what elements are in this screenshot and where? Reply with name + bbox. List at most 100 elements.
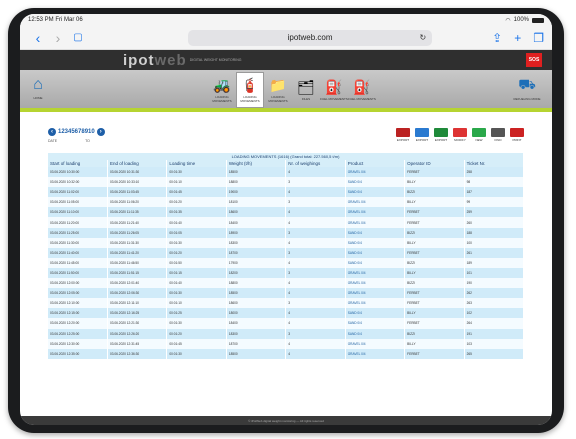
battery-icon <box>532 17 544 23</box>
table-row[interactable]: 03.06.2020 12:35:00 03.06.2020 12:36:30 00… <box>48 348 525 359</box>
table-cell: GRAVEL 0/4 <box>345 288 406 299</box>
toolbar-item[interactable]: 🚜 LOADING MOVEMENTS <box>208 72 236 108</box>
table-cell: 03.06.2020 11:31:30 <box>107 237 168 248</box>
pagination[interactable]: ‹ 12345678910 › <box>48 128 118 136</box>
column-header[interactable]: End of loading <box>107 160 168 167</box>
next-page-icon[interactable]: › <box>96 128 105 136</box>
table-row[interactable]: 03.06.2020 12:30:00 03.06.2020 12:31:45 00… <box>48 338 525 349</box>
table-row[interactable]: 03.06.2020 10:32:00 03.06.2020 10:33:10 00… <box>48 177 525 188</box>
table-cell: 00:01:20 <box>166 197 227 208</box>
column-header[interactable]: Weight (t/h) <box>226 160 287 167</box>
table-cell: 03.06.2020 12:16:25 <box>107 308 168 319</box>
back-button[interactable]: ‹ <box>28 31 48 45</box>
share-icon[interactable]: ⇪ <box>492 31 502 45</box>
table-row[interactable]: 03.06.2020 12:20:00 03.06.2020 12:21:30 00… <box>48 318 525 329</box>
table-cell: 03.06.2020 11:51:15 <box>107 267 168 279</box>
pencil-button[interactable]: MODIFY <box>453 128 467 142</box>
refueling-button[interactable]: ⛟ REFUELING MODE <box>512 76 542 101</box>
table-cell: 191 <box>464 328 525 339</box>
sos-button[interactable]: SOS <box>526 53 542 67</box>
table-cell: 00:01:15 <box>166 267 227 279</box>
table-cell: FERBET <box>404 288 465 299</box>
table-cell: BILLY <box>404 267 465 279</box>
prev-page-icon[interactable]: ‹ <box>48 128 56 136</box>
print-button[interactable]: PRINT <box>510 128 524 142</box>
column-header[interactable]: Product <box>345 160 406 167</box>
table-cell: 17900 <box>226 257 287 268</box>
toolbar-item[interactable]: 🗂 FILES <box>292 72 320 108</box>
table-row[interactable]: 03.06.2020 12:15:00 03.06.2020 12:16:25 00… <box>48 308 525 319</box>
column-header[interactable]: Ticket Nr. <box>464 160 525 167</box>
column-header[interactable]: Operator ID <box>404 160 465 167</box>
add-button[interactable]: NEW <box>472 128 486 142</box>
table-cell: 3 <box>285 247 346 258</box>
table-cell: GRAVEL 0/4 <box>345 217 406 228</box>
page-numbers[interactable]: 12345678910 <box>58 129 95 135</box>
table-cell: 03.06.2020 11:03:45 <box>107 187 168 198</box>
bookmarks-icon[interactable]: ▢ <box>68 32 88 43</box>
table-cell: 03.06.2020 12:35:00 <box>48 348 108 359</box>
table-cell: 263 <box>464 298 525 309</box>
toolbar-item-label: LOADING MOVEMENTS <box>268 95 288 103</box>
table-cell: 00:01:10 <box>166 177 227 188</box>
toolbar-item-label: FILES <box>301 97 311 101</box>
table-cell: 4 <box>285 167 346 178</box>
table-cell: SAND 0/4 <box>345 177 406 188</box>
table-cell: 3 <box>285 267 346 279</box>
home-icon: ⌂ <box>33 76 43 93</box>
table-cell: 03.06.2020 11:30:00 <box>48 237 108 248</box>
table-cell: 261 <box>464 247 525 258</box>
search-button[interactable]: FIND <box>491 128 505 142</box>
fuel-truck-icon: ⛽ <box>325 79 343 95</box>
table-cell: GRAVEL 0/4 <box>345 298 406 309</box>
table-cell: 00:01:45 <box>166 338 227 349</box>
table-row[interactable]: 03.06.2020 11:20:00 03.06.2020 11:21:40 00… <box>48 217 525 228</box>
excel-button[interactable]: EXPORT <box>434 128 448 142</box>
table-row[interactable]: 03.06.2020 11:02:00 03.06.2020 11:03:45 00… <box>48 187 525 198</box>
action-label: MODIFY <box>454 138 466 142</box>
table-cell: 00:01:20 <box>166 328 227 339</box>
toolbar-item[interactable]: ⛽ FUEL MOVEMENTS <box>348 72 376 108</box>
toolbar-item[interactable]: 📁 LOADING MOVEMENTS <box>264 72 292 108</box>
edit-button[interactable]: EXPORT <box>396 128 410 142</box>
column-header[interactable]: Nr. of weighings <box>285 160 346 167</box>
loader-icon: 🚜 <box>213 77 231 93</box>
toolbar-item[interactable]: ⛽ FUEL MOVEMENTS <box>320 72 348 108</box>
home-button[interactable]: ⌂ HOME <box>28 76 48 100</box>
table-cell: 00:01:25 <box>166 308 227 319</box>
table-row[interactable]: 03.06.2020 11:50:00 03.06.2020 11:51:15 00… <box>48 267 525 279</box>
toolbar-item[interactable]: 🧯 LOADING MOVEMENTS <box>236 72 264 108</box>
tabs-icon[interactable]: ❐ <box>533 31 544 45</box>
app-header: ipotweb DIGITAL WEIGHT MONITORING SOS <box>20 50 552 70</box>
table-row[interactable]: 03.06.2020 11:25:00 03.06.2020 11:26:05 00… <box>48 227 525 238</box>
table-row[interactable]: 03.06.2020 12:00:00 03.06.2020 12:01:40 00… <box>48 278 525 289</box>
table-row[interactable]: 03.06.2020 11:10:00 03.06.2020 11:11:35 00… <box>48 207 525 218</box>
table-row[interactable]: 03.06.2020 11:45:00 03.06.2020 11:46:50 00… <box>48 257 525 268</box>
action-label: FIND <box>494 138 502 142</box>
table-cell: 4 <box>285 278 346 289</box>
table-cell: 18300 <box>226 328 287 339</box>
date-to-label: TO <box>85 139 90 143</box>
edit-icon <box>396 128 410 137</box>
address-bar[interactable]: ipotweb.com ↻ <box>188 29 433 46</box>
table-cell: SAND 0/4 <box>345 257 406 268</box>
reload-icon[interactable]: ↻ <box>419 33 426 42</box>
table-row[interactable]: 03.06.2020 12:10:00 03.06.2020 12:11:10 00… <box>48 298 525 309</box>
table-row[interactable]: 03.06.2020 12:05:00 03.06.2020 12:06:30 00… <box>48 288 525 299</box>
ipotweb-logo[interactable]: ipotweb <box>123 52 187 69</box>
toolbar-item-label: LOADING MOVEMENTS <box>240 95 260 103</box>
table-row[interactable]: 03.06.2020 11:05:00 03.06.2020 11:06:20 00… <box>48 197 525 208</box>
table-cell: FERBET <box>404 167 465 178</box>
table-cell: SAND 0/4 <box>345 237 406 248</box>
table-row[interactable]: 03.06.2020 10:30:00 03.06.2020 10:31:30 00… <box>48 167 525 178</box>
table-row[interactable]: 03.06.2020 11:30:00 03.06.2020 11:31:30 00… <box>48 237 525 248</box>
new-tab-icon[interactable]: + <box>514 31 521 45</box>
column-header[interactable]: Start of loading <box>48 160 108 167</box>
table-row[interactable]: 03.06.2020 11:40:00 03.06.2020 11:41:20 00… <box>48 247 525 258</box>
forward-button[interactable]: › <box>48 31 68 45</box>
url-text: ipotweb.com <box>287 33 333 42</box>
column-header[interactable]: Loading time <box>166 160 227 167</box>
table-cell: 3 <box>285 298 346 309</box>
table-row[interactable]: 03.06.2020 12:25:00 03.06.2020 12:26:20 00… <box>48 328 525 339</box>
export-button[interactable]: EXPORT <box>415 128 429 142</box>
